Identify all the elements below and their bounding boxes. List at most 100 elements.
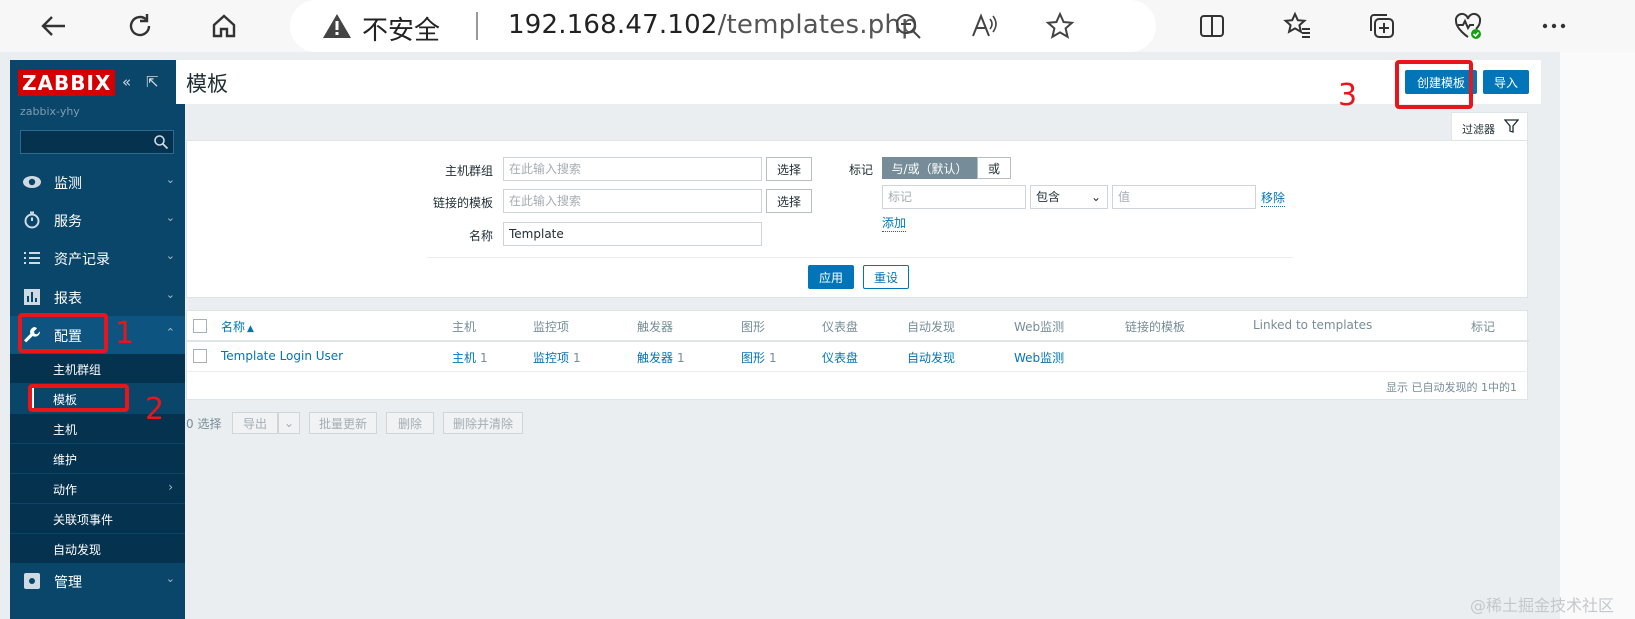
favorites-list-icon[interactable] xyxy=(1276,4,1320,48)
linked-templates-select-button[interactable]: 选择 xyxy=(766,189,812,213)
menu-administration-label: 管理 xyxy=(54,575,82,591)
chevron-down-icon: ⌄ xyxy=(165,211,175,224)
insecure-label: 不安全 xyxy=(362,16,441,46)
tag-operator-select[interactable]: 包含 ⌄ xyxy=(1030,185,1108,209)
chevron-down-icon: ⌄ xyxy=(283,416,295,430)
collections-icon[interactable] xyxy=(1360,4,1404,48)
submenu-maintenance[interactable]: 维护 xyxy=(10,444,185,474)
column-linked-to-templates: Linked to templates xyxy=(1253,318,1373,332)
filter-panel: 主机群组 在此输入搜索 选择 链接的模板 在此输入搜索 选择 名称 Templa… xyxy=(186,140,1528,298)
items-link[interactable]: 监控项 1 xyxy=(533,349,581,366)
stopwatch-icon xyxy=(24,211,40,229)
mass-update-button[interactable]: 批量更新 xyxy=(309,412,377,434)
menu-administration[interactable]: 管理 ⌄ xyxy=(10,562,185,600)
kiosk-mode-icon[interactable]: ⇱ xyxy=(146,73,159,91)
remove-tag-link[interactable]: 移除 xyxy=(1261,189,1286,207)
favorite-star-icon[interactable] xyxy=(1042,8,1078,44)
reset-button[interactable]: 重设 xyxy=(863,265,909,289)
tag-value-input[interactable]: 值 xyxy=(1112,185,1256,209)
menu-inventory[interactable]: 资产记录 ⌄ xyxy=(10,239,185,277)
submenu-host-groups[interactable]: 主机群组 xyxy=(10,354,185,384)
url-text[interactable]: 192.168.47.102/templates.php xyxy=(508,10,918,40)
triggers-link[interactable]: 触发器 1 xyxy=(637,349,685,366)
browser-health-icon[interactable] xyxy=(1446,4,1490,48)
import-button[interactable]: 导入 xyxy=(1483,70,1529,94)
graphs-link[interactable]: 图形 1 xyxy=(741,349,777,366)
web-link[interactable]: Web监测 xyxy=(1014,349,1064,366)
name-input[interactable]: Template xyxy=(503,222,762,246)
column-name[interactable]: 名称 ▲ xyxy=(221,318,254,335)
or-toggle[interactable]: 或 xyxy=(977,157,1011,179)
sort-asc-icon: ▲ xyxy=(247,324,254,334)
address-bar[interactable]: 不安全 192.168.47.102/templates.php xyxy=(290,0,1156,52)
chevron-up-icon: ⌃ xyxy=(165,326,175,339)
linked-templates-input[interactable]: 在此输入搜索 xyxy=(503,189,762,213)
column-web: Web监测 xyxy=(1014,320,1065,334)
refresh-icon[interactable] xyxy=(118,4,162,48)
filter-tab-label: 过滤器 xyxy=(1462,123,1495,136)
search-icon[interactable] xyxy=(153,134,169,150)
chevron-down-icon: ⌄ xyxy=(165,173,175,186)
templates-table: 名称 ▲ 主机 监控项 触发器 图形 仪表盘 自动发现 Web监测 链接的模板 L… xyxy=(186,310,1529,400)
read-aloud-icon[interactable] xyxy=(966,8,1002,44)
add-tag-link[interactable]: 添加 xyxy=(882,214,907,232)
back-icon[interactable] xyxy=(32,4,76,48)
annotation-box-templates xyxy=(28,384,129,412)
menu-reports[interactable]: 报表 ⌄ xyxy=(10,278,185,316)
column-items: 监控项 xyxy=(533,320,570,334)
host-group-label: 主机群组 xyxy=(444,164,493,178)
host-group-input[interactable]: 在此输入搜索 xyxy=(503,157,762,181)
browser-toolbar: 不安全 192.168.47.102/templates.php xyxy=(0,0,1635,52)
chevron-down-icon: ⌄ xyxy=(165,249,175,262)
chevron-down-icon: ⌄ xyxy=(165,572,175,585)
menu-services-label: 服务 xyxy=(54,214,82,230)
filter-divider xyxy=(427,257,1293,258)
sidebar-search-input[interactable] xyxy=(20,130,174,154)
home-icon[interactable] xyxy=(202,4,246,48)
collapse-sidebar-icon[interactable]: « xyxy=(122,73,131,91)
annotation-box-configuration xyxy=(18,313,108,353)
submenu-actions[interactable]: 动作 › xyxy=(10,474,185,504)
split-screen-icon[interactable] xyxy=(1190,4,1234,48)
header-divider xyxy=(187,340,1529,342)
annotation-number-1: 1 xyxy=(115,316,135,351)
annotation-box-create-template xyxy=(1395,60,1473,109)
delete-clear-button[interactable]: 删除并清除 xyxy=(443,412,523,434)
apply-button[interactable]: 应用 xyxy=(808,265,854,289)
host-group-select-button[interactable]: 选择 xyxy=(766,157,812,181)
menu-services[interactable]: 服务 ⌄ xyxy=(10,201,185,239)
export-dropdown-button[interactable]: ⌄ xyxy=(278,412,300,434)
select-all-checkbox[interactable] xyxy=(193,319,207,333)
submenu-discovery[interactable]: 自动发现 xyxy=(10,534,185,564)
column-hosts: 主机 xyxy=(452,320,477,334)
row-checkbox[interactable] xyxy=(193,349,207,363)
row-divider xyxy=(187,371,1529,372)
zoom-out-icon[interactable] xyxy=(890,8,926,44)
delete-button[interactable]: 删除 xyxy=(386,412,434,434)
discovery-link[interactable]: 自动发现 xyxy=(907,349,955,366)
chevron-down-icon: ⌄ xyxy=(165,288,175,301)
annotation-number-2: 2 xyxy=(145,392,165,427)
and-or-toggle[interactable]: 与/或（默认） xyxy=(882,157,977,179)
tags-label: 标记 xyxy=(848,163,873,177)
column-dashboards: 仪表盘 xyxy=(822,320,859,334)
browser-side-strip xyxy=(1560,52,1635,619)
list-icon xyxy=(24,252,40,264)
zabbix-logo[interactable]: ZABBIX xyxy=(18,70,116,96)
filter-tab[interactable]: 过滤器 xyxy=(1451,112,1528,141)
dashboards-link[interactable]: 仪表盘 xyxy=(822,349,858,366)
tag-name-input[interactable]: 标记 xyxy=(882,185,1026,209)
column-linked-templates: 链接的模板 xyxy=(1125,320,1186,334)
template-name-link[interactable]: Template Login User xyxy=(221,349,343,363)
warning-icon xyxy=(323,14,351,38)
hosts-link[interactable]: 主机 1 xyxy=(452,349,488,366)
menu-inventory-label: 资产记录 xyxy=(54,252,110,268)
column-triggers: 触发器 xyxy=(637,320,674,334)
export-button[interactable]: 导出 xyxy=(232,412,278,434)
address-separator xyxy=(476,12,478,40)
menu-monitoring-label: 监测 xyxy=(54,176,82,192)
menu-monitoring[interactable]: 监测 ⌄ xyxy=(10,163,185,201)
server-name: zabbix-yhy xyxy=(20,105,80,118)
more-icon[interactable] xyxy=(1532,4,1576,48)
submenu-event-correlation[interactable]: 关联项事件 xyxy=(10,504,185,534)
